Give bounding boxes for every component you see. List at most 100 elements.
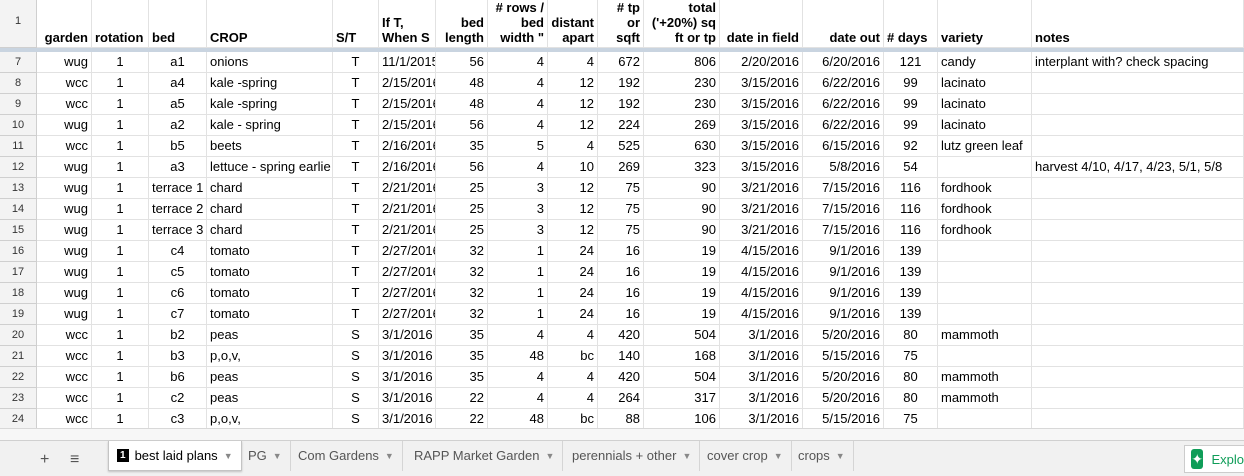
cell-crop[interactable]: chard <box>207 199 333 220</box>
cell-infield[interactable]: 3/1/2016 <box>720 409 803 428</box>
cell-garden[interactable]: wug <box>37 262 92 283</box>
cell-rotation[interactable]: 1 <box>92 304 149 325</box>
cell-notes[interactable] <box>1032 199 1244 220</box>
cell-infield[interactable]: 3/1/2016 <box>720 388 803 409</box>
cell-tp[interactable]: 672 <box>598 52 644 73</box>
cell-rotation[interactable]: 1 <box>92 157 149 178</box>
column-header-apart[interactable]: distant apart <box>548 0 598 48</box>
cell-crop[interactable]: kale -spring <box>207 73 333 94</box>
cell-bedlen[interactable]: 32 <box>436 304 488 325</box>
sheet-tab-perennials-other[interactable]: perennials + other ▼ <box>564 441 701 471</box>
cell-out[interactable]: 6/22/2016 <box>803 73 884 94</box>
cell-rotation[interactable]: 1 <box>92 115 149 136</box>
cell-bed[interactable]: terrace 2 <box>149 199 207 220</box>
cell-notes[interactable] <box>1032 409 1244 428</box>
cell-when[interactable]: 3/1/2016 <box>379 388 436 409</box>
cell-notes[interactable]: interplant with? check spacing <box>1032 52 1244 73</box>
cell-apart[interactable]: 12 <box>548 178 598 199</box>
cell-variety[interactable]: fordhook <box>938 178 1032 199</box>
column-header-garden[interactable]: garden <box>37 0 92 48</box>
cell-st[interactable]: T <box>333 136 379 157</box>
cell-crop[interactable]: tomato <box>207 304 333 325</box>
cell-apart[interactable]: bc <box>548 409 598 428</box>
cell-apart[interactable]: 12 <box>548 199 598 220</box>
cell-st[interactable]: T <box>333 262 379 283</box>
cell-crop[interactable]: peas <box>207 325 333 346</box>
row-number[interactable]: 18 <box>0 283 37 304</box>
row-number[interactable]: 21 <box>0 346 37 367</box>
cell-rotation[interactable]: 1 <box>92 94 149 115</box>
explore-button[interactable]: ✦ Explo <box>1184 445 1244 473</box>
cell-out[interactable]: 9/1/2016 <box>803 241 884 262</box>
cell-notes[interactable] <box>1032 367 1244 388</box>
cell-apart[interactable]: 24 <box>548 304 598 325</box>
sheet-tab-rapp-market-garden[interactable]: RAPP Market Garden ▼ <box>406 441 564 471</box>
cell-total[interactable]: 230 <box>644 94 720 115</box>
cell-rotation[interactable]: 1 <box>92 346 149 367</box>
cell-days[interactable]: 99 <box>884 73 938 94</box>
row-number[interactable]: 23 <box>0 388 37 409</box>
cell-rows[interactable]: 4 <box>488 115 548 136</box>
cell-garden[interactable]: wug <box>37 199 92 220</box>
cell-crop[interactable]: lettuce - spring earlie <box>207 157 333 178</box>
cell-apart[interactable]: 24 <box>548 283 598 304</box>
tab-menu-caret-icon[interactable]: ▼ <box>385 442 394 470</box>
cell-out[interactable]: 7/15/2016 <box>803 178 884 199</box>
cell-days[interactable]: 75 <box>884 346 938 367</box>
cell-infield[interactable]: 4/15/2016 <box>720 241 803 262</box>
cell-garden[interactable]: wcc <box>37 325 92 346</box>
cell-rows[interactable]: 48 <box>488 409 548 428</box>
cell-total[interactable]: 323 <box>644 157 720 178</box>
cell-out[interactable]: 5/20/2016 <box>803 388 884 409</box>
cell-out[interactable]: 6/22/2016 <box>803 115 884 136</box>
cell-rows[interactable]: 5 <box>488 136 548 157</box>
column-header-notes[interactable]: notes <box>1032 0 1244 48</box>
cell-crop[interactable]: chard <box>207 178 333 199</box>
cell-when[interactable]: 2/15/2016 <box>379 73 436 94</box>
cell-garden[interactable]: wug <box>37 304 92 325</box>
cell-variety[interactable]: lutz green leaf <box>938 136 1032 157</box>
cell-st[interactable]: T <box>333 283 379 304</box>
cell-when[interactable]: 3/1/2016 <box>379 325 436 346</box>
row-number[interactable]: 7 <box>0 52 37 73</box>
cell-variety[interactable]: lacinato <box>938 94 1032 115</box>
cell-st[interactable]: S <box>333 325 379 346</box>
cell-bed[interactable]: a4 <box>149 73 207 94</box>
cell-out[interactable]: 6/20/2016 <box>803 52 884 73</box>
cell-infield[interactable]: 3/1/2016 <box>720 346 803 367</box>
cell-total[interactable]: 317 <box>644 388 720 409</box>
cell-bedlen[interactable]: 22 <box>436 388 488 409</box>
cell-tp[interactable]: 75 <box>598 220 644 241</box>
cell-variety[interactable]: lacinato <box>938 73 1032 94</box>
cell-st[interactable]: T <box>333 220 379 241</box>
cell-tp[interactable]: 192 <box>598 73 644 94</box>
cell-crop[interactable]: onions <box>207 52 333 73</box>
cell-variety[interactable]: mammoth <box>938 325 1032 346</box>
cell-when[interactable]: 2/21/2016 <box>379 220 436 241</box>
cell-out[interactable]: 9/1/2016 <box>803 262 884 283</box>
cell-garden[interactable]: wcc <box>37 346 92 367</box>
cell-bed[interactable]: a1 <box>149 52 207 73</box>
cell-apart[interactable]: 24 <box>548 262 598 283</box>
cell-tp[interactable]: 140 <box>598 346 644 367</box>
cell-total[interactable]: 504 <box>644 367 720 388</box>
cell-tp[interactable]: 16 <box>598 283 644 304</box>
cell-total[interactable]: 806 <box>644 52 720 73</box>
column-header-tp[interactable]: # tp or sqft <box>598 0 644 48</box>
cell-total[interactable]: 168 <box>644 346 720 367</box>
row-number[interactable]: 17 <box>0 262 37 283</box>
cell-rows[interactable]: 1 <box>488 304 548 325</box>
cell-total[interactable]: 269 <box>644 115 720 136</box>
cell-bedlen[interactable]: 35 <box>436 346 488 367</box>
cell-bed[interactable]: a2 <box>149 115 207 136</box>
cell-garden[interactable]: wcc <box>37 388 92 409</box>
cell-total[interactable]: 90 <box>644 178 720 199</box>
cell-notes[interactable] <box>1032 115 1244 136</box>
cell-apart[interactable]: 24 <box>548 241 598 262</box>
cell-infield[interactable]: 2/20/2016 <box>720 52 803 73</box>
cell-tp[interactable]: 420 <box>598 325 644 346</box>
cell-apart[interactable]: 4 <box>548 388 598 409</box>
cell-rotation[interactable]: 1 <box>92 367 149 388</box>
cell-days[interactable]: 116 <box>884 178 938 199</box>
cell-tp[interactable]: 16 <box>598 304 644 325</box>
